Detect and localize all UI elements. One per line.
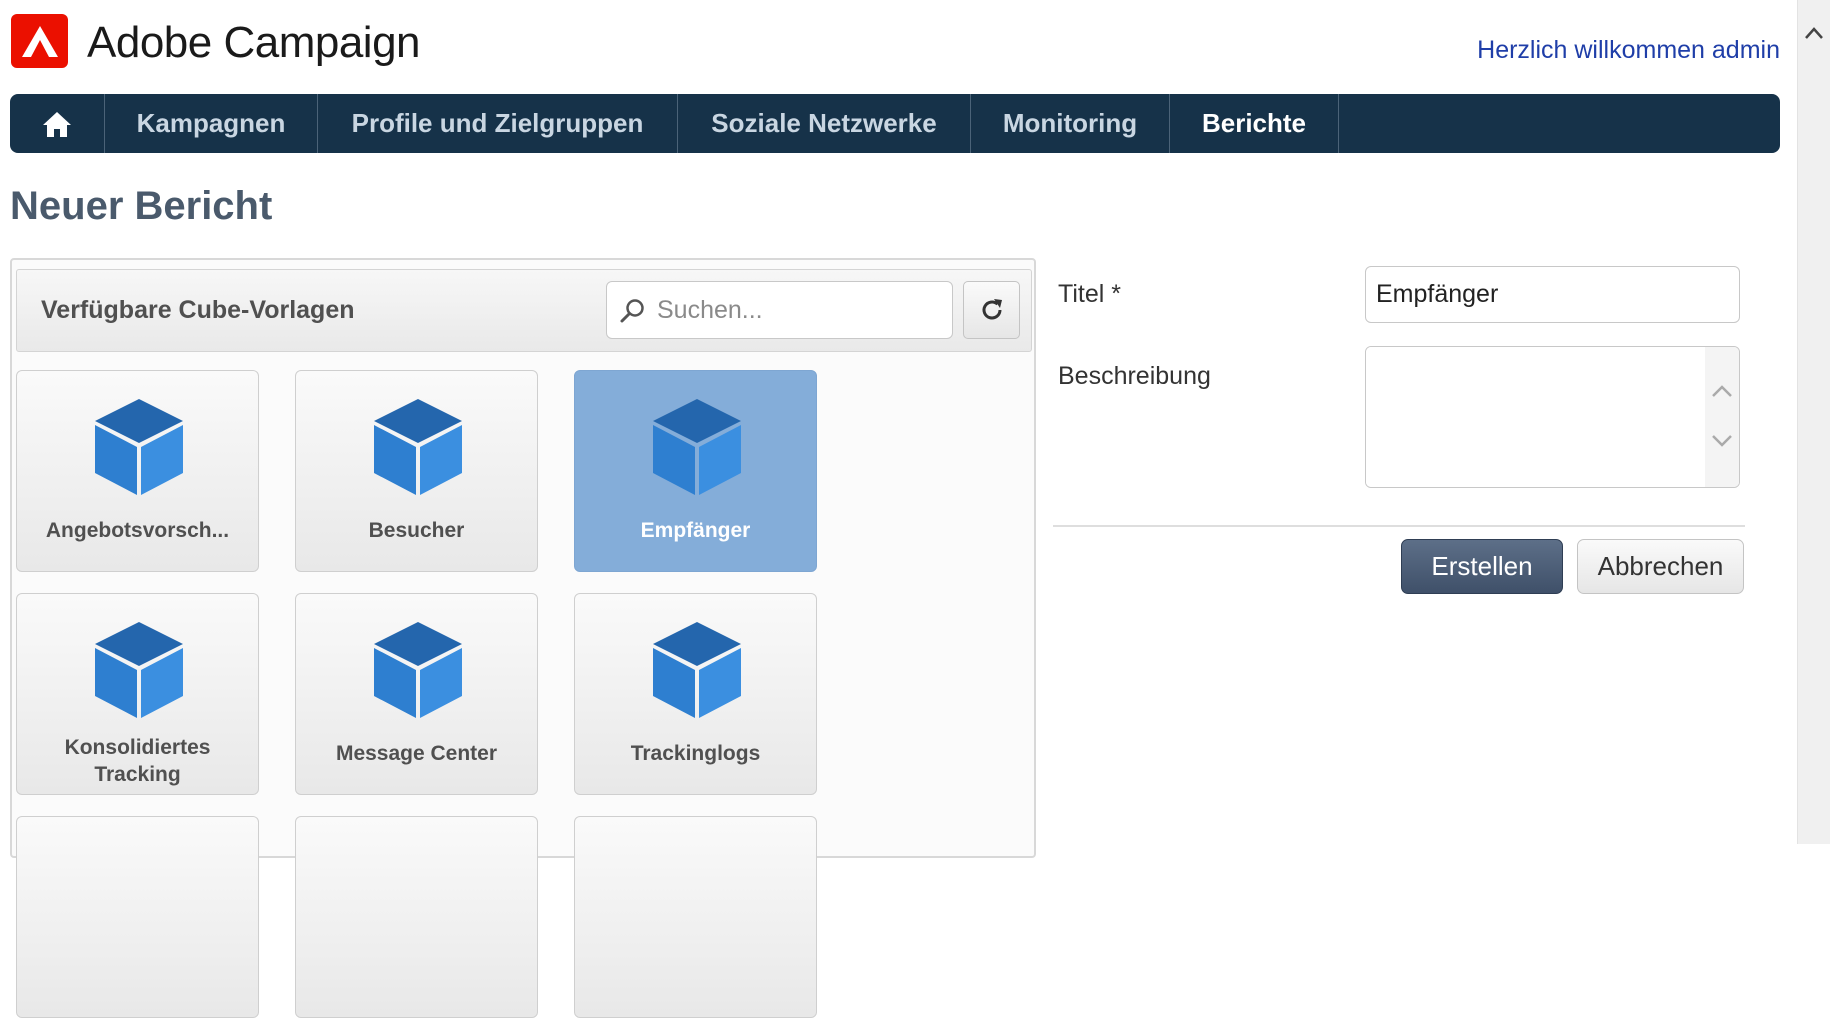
nav-berichte[interactable]: Berichte (1170, 94, 1339, 153)
search-icon (620, 299, 644, 323)
template-tile-partial[interactable] (574, 816, 817, 1018)
tile-label: Angebotsvorsch... (45, 519, 230, 542)
description-textarea[interactable] (1366, 347, 1706, 487)
cancel-button[interactable]: Abbrechen (1577, 539, 1744, 594)
scroll-up-icon[interactable] (1710, 379, 1734, 403)
nav-monitoring[interactable]: Monitoring (971, 94, 1170, 153)
cube-icon (374, 399, 462, 495)
refresh-icon (982, 299, 1002, 320)
panel-header: Verfügbare Cube-Vorlagen (16, 269, 1032, 352)
main-nav: Kampagnen Profile und Zielgruppen Sozial… (10, 94, 1780, 153)
template-tile-besucher[interactable]: Besucher (295, 370, 538, 572)
tile-label: Empfänger (640, 519, 751, 542)
page-scrollbar[interactable] (1797, 0, 1830, 844)
template-tile-empfaenger[interactable]: Empfänger (574, 370, 817, 572)
form-divider (1053, 525, 1745, 527)
template-tile-angebotsvorschlaege[interactable]: Angebotsvorsch... (16, 370, 259, 572)
title-input[interactable] (1365, 266, 1740, 323)
cube-icon (653, 622, 741, 718)
template-tile-partial[interactable] (16, 816, 259, 1018)
nav-kampagnen[interactable]: Kampagnen (105, 94, 318, 153)
nav-soziale-netzwerke[interactable]: Soziale Netzwerke (678, 94, 971, 153)
cube-icon (95, 399, 183, 495)
cube-icon (95, 622, 183, 718)
home-icon (43, 111, 71, 137)
header: Adobe Campaign Herzlich willkommen admin (0, 0, 1780, 90)
nav-profile-und-zielgruppen[interactable]: Profile und Zielgruppen (318, 94, 678, 153)
scroll-down-icon[interactable] (1710, 429, 1734, 453)
description-field[interactable] (1365, 346, 1740, 488)
tile-label: Besucher (368, 519, 465, 542)
tile-label: Trackinglogs (630, 742, 761, 765)
search-input[interactable] (655, 290, 945, 330)
panel-title: Verfügbare Cube-Vorlagen (41, 296, 355, 324)
description-label: Beschreibung (1058, 362, 1211, 390)
refresh-button[interactable] (963, 281, 1020, 339)
brand-name: Adobe Campaign (87, 18, 421, 67)
page-title: Neuer Bericht (10, 184, 273, 228)
cube-templates-panel: Verfügbare Cube-Vorlagen Angebotsvorsch.… (10, 258, 1036, 1018)
title-label: Titel * (1058, 280, 1121, 308)
create-button[interactable]: Erstellen (1401, 539, 1563, 594)
search-box[interactable] (606, 281, 953, 339)
tile-label: Konsolidiertes Tracking (64, 736, 211, 786)
cube-icon (653, 399, 741, 495)
description-scrollbar[interactable] (1705, 347, 1739, 487)
template-tile-partial[interactable] (295, 816, 538, 1018)
template-tile-trackinglogs[interactable]: Trackinglogs (574, 593, 817, 795)
template-tile-konsolidiertes-tracking[interactable]: Konsolidiertes Tracking (16, 593, 259, 795)
adobe-logo-icon (11, 14, 68, 68)
cube-icon (374, 622, 462, 718)
scroll-up-icon[interactable] (1803, 22, 1825, 44)
template-tile-message-center[interactable]: Message Center (295, 593, 538, 795)
nav-home[interactable] (10, 94, 105, 153)
welcome-link[interactable]: Herzlich willkommen admin (1477, 36, 1780, 65)
tile-label: Message Center (335, 742, 498, 765)
